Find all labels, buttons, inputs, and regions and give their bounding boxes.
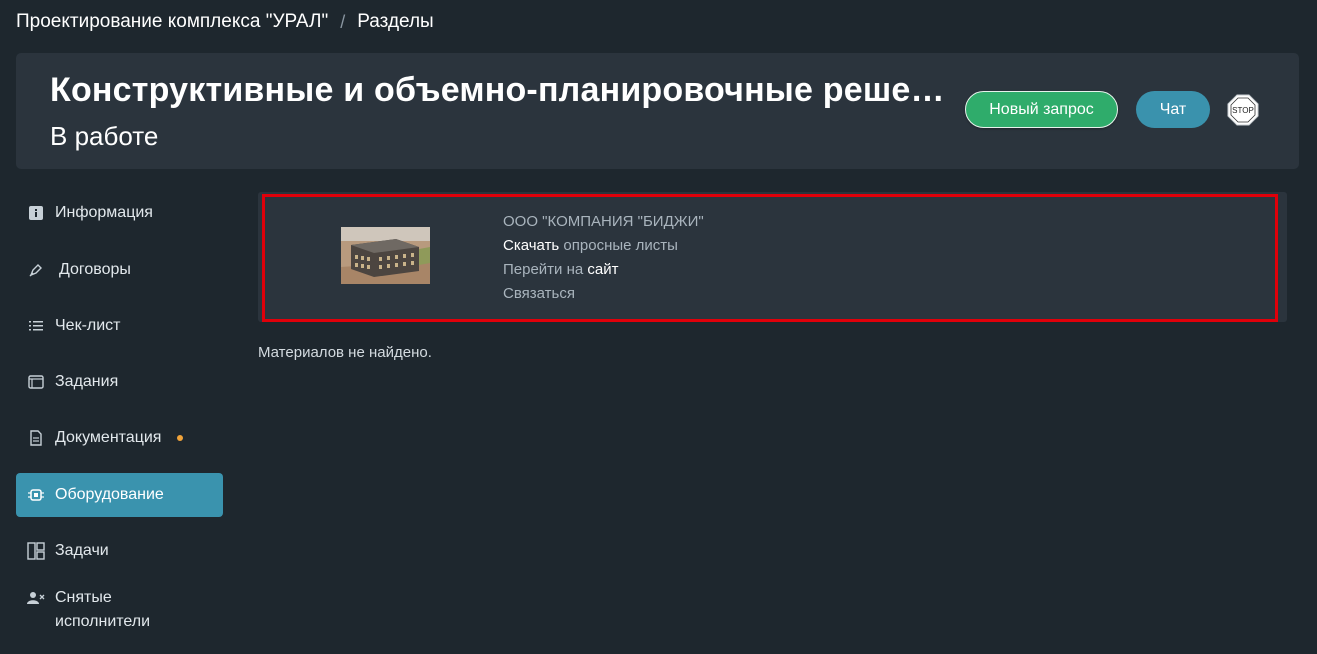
sidebar-item-tasks-assignments[interactable]: Задания [16, 360, 223, 404]
company-name: ООО "КОМПАНИЯ "БИДЖИ" [503, 213, 704, 230]
stop-button[interactable]: STOP [1227, 94, 1259, 126]
sidebar-item-tasks[interactable]: Задачи [16, 529, 223, 573]
site-prefix: Перейти на [503, 261, 584, 278]
section-header-card: Конструктивные и объемно-планировочные р… [16, 53, 1299, 169]
sidebar-item-label: Снятые исполнители [55, 589, 151, 630]
status-text: В работе [50, 121, 159, 151]
sidebar-item-label: Чек-лист [55, 317, 121, 334]
stop-sign-icon: STOP [1227, 94, 1259, 126]
checklist-icon [27, 317, 45, 335]
breadcrumb-project-link[interactable]: Проектирование комплекса "УРАЛ" [16, 11, 328, 33]
download-row: Скачать опросные листы [503, 234, 704, 258]
info-icon [27, 204, 45, 222]
breadcrumb-separator: / [340, 11, 346, 32]
sidebar-item-label: Задачи [55, 542, 109, 559]
sidebar-item-label: Задания [55, 373, 119, 390]
breadcrumb: Проектирование комплекса "УРАЛ" / Раздел… [16, 11, 434, 33]
stop-label: STOP [1232, 106, 1254, 115]
equipment-thumbnail[interactable] [341, 227, 430, 284]
page-title: Конструктивные и объемно-планировочные р… [50, 71, 950, 109]
download-link[interactable]: Скачать [503, 237, 559, 254]
sidebar-item-label: Информация [55, 204, 153, 221]
sidebar-item-removed-executors[interactable]: Снятые исполнители [16, 582, 223, 638]
equipment-card: ООО "КОМПАНИЯ "БИДЖИ" Скачать опросные л… [258, 192, 1287, 322]
folder-icon [27, 373, 45, 391]
site-row: Перейти на сайт [503, 258, 704, 282]
board-icon [27, 542, 45, 560]
equipment-info: ООО "КОМПАНИЯ "БИДЖИ" Скачать опросные л… [503, 210, 704, 306]
sidebar-item-contracts[interactable]: Договоры [16, 248, 223, 292]
document-icon [27, 429, 45, 447]
download-rest: опросные листы [563, 237, 678, 254]
sidebar-item-label: Оборудование [55, 486, 164, 503]
sidebar-item-label: Договоры [59, 261, 131, 278]
chip-icon [27, 486, 45, 504]
new-request-button[interactable]: Новый запрос [965, 91, 1118, 128]
breadcrumb-current[interactable]: Разделы [357, 11, 433, 33]
chat-button[interactable]: Чат [1136, 91, 1210, 128]
building-image [341, 227, 430, 284]
sidebar-item-label: Документация [55, 429, 162, 446]
notification-dot [177, 435, 184, 441]
site-link[interactable]: сайт [587, 261, 618, 278]
sidebar-item-equipment[interactable]: Оборудование [16, 473, 223, 517]
sidebar-item-checklist[interactable]: Чек-лист [16, 304, 223, 348]
sidebar-item-documentation[interactable]: Документация [16, 416, 223, 460]
pen-icon [27, 261, 45, 279]
sidebar-item-info[interactable]: Информация [16, 191, 223, 235]
contact-link[interactable]: Связаться [503, 282, 704, 306]
materials-empty-message: Материалов не найдено. [258, 344, 432, 361]
